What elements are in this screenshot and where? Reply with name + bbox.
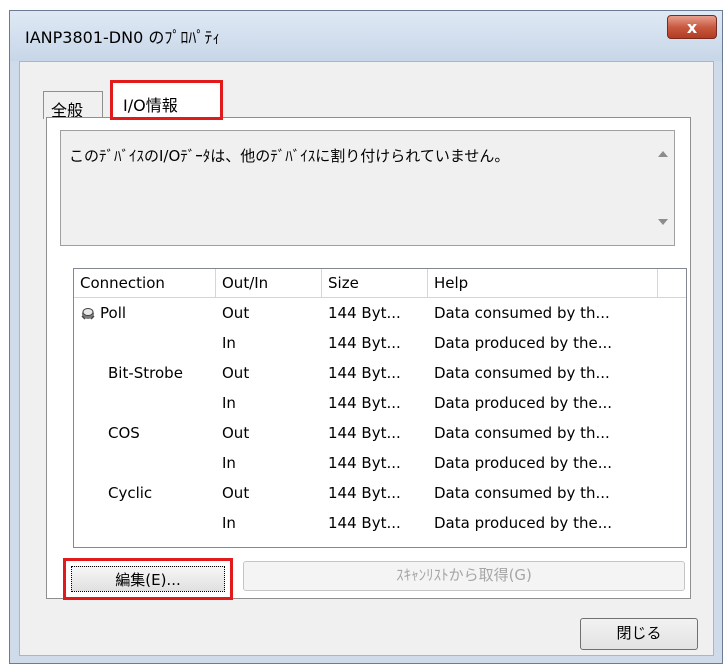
dialog-client-area: 全般 I/O情報 このﾃﾞﾊﾞｲｽのI/Oﾃﾞｰﾀは、他のﾃﾞﾊﾞｲｽに割り付け… [19, 61, 714, 656]
direction-cell: In [222, 394, 236, 412]
edit-button-highlight[interactable]: 編集(E)... [63, 558, 233, 600]
help-cell: Data consumed by th... [434, 304, 610, 322]
help-cell: Data produced by the... [434, 394, 613, 412]
direction-cell: Out [222, 424, 250, 442]
table-row[interactable]: In 144 Byt... Data produced by the... [74, 508, 686, 538]
column-header-help[interactable]: Help [428, 269, 658, 297]
column-header-connection[interactable]: Connection [74, 269, 216, 297]
title-bar[interactable]: IANP3801-DN0 のﾌﾟﾛﾊﾟﾃｨ x [10, 11, 722, 61]
connection-cell [74, 328, 216, 358]
direction-cell: In [222, 454, 236, 472]
size-cell: 144 Byt... [328, 514, 401, 532]
table-row[interactable]: Bit-Strobe Out 144 Byt... Data consumed … [74, 358, 686, 388]
connection-cell: Poll [74, 298, 216, 328]
help-cell: Data consumed by th... [434, 484, 610, 502]
size-cell: 144 Byt... [328, 334, 401, 352]
table-row[interactable]: In 144 Byt... Data produced by the... [74, 328, 686, 358]
io-message-text: このﾃﾞﾊﾞｲｽのI/Oﾃﾞｰﾀは、他のﾃﾞﾊﾞｲｽに割り付けられていません。 [69, 147, 510, 165]
connection-name: Poll [100, 304, 127, 322]
table-row[interactable]: Cyclic Out 144 Byt... Data consumed by t… [74, 478, 686, 508]
column-header-blank[interactable] [658, 269, 686, 297]
tab-io-info[interactable]: I/O情報 [110, 80, 223, 120]
table-row[interactable]: COS Out 144 Byt... Data consumed by th..… [74, 418, 686, 448]
connection-cell: COS [108, 424, 140, 442]
column-header-out-in[interactable]: Out/In [216, 269, 322, 297]
poll-icon [81, 308, 95, 320]
size-cell: 144 Byt... [328, 424, 401, 442]
close-window-button[interactable]: x [667, 15, 717, 39]
message-scrollbar[interactable] [654, 131, 674, 245]
column-header-size[interactable]: Size [322, 269, 428, 297]
scroll-down-arrow-icon[interactable] [658, 219, 668, 225]
get-from-scan-list-button: ｽｷｬﾝﾘｽﾄから取得(G) [243, 561, 685, 591]
connection-cell [74, 448, 216, 478]
size-cell: 144 Byt... [328, 484, 401, 502]
direction-cell: In [222, 334, 236, 352]
io-message-box: このﾃﾞﾊﾞｲｽのI/Oﾃﾞｰﾀは、他のﾃﾞﾊﾞｲｽに割り付けられていません。 [60, 130, 675, 246]
connection-cell [74, 388, 216, 418]
help-cell: Data consumed by th... [434, 364, 610, 382]
connection-cell: Cyclic [108, 484, 153, 502]
direction-cell: Out [222, 364, 250, 382]
table-row[interactable]: In 144 Byt... Data produced by the... [74, 388, 686, 418]
edit-button[interactable]: 編集(E)... [71, 566, 225, 592]
help-cell: Data produced by the... [434, 514, 613, 532]
io-info-panel: このﾃﾞﾊﾞｲｽのI/Oﾃﾞｰﾀは、他のﾃﾞﾊﾞｲｽに割り付けられていません。 … [46, 117, 691, 600]
connection-table: Connection Out/In Size Help Poll Out 144… [73, 268, 687, 548]
help-cell: Data produced by the... [434, 334, 613, 352]
direction-cell: Out [222, 484, 250, 502]
size-cell: 144 Byt... [328, 454, 401, 472]
help-cell: Data consumed by th... [434, 424, 610, 442]
size-cell: 144 Byt... [328, 394, 401, 412]
help-cell: Data produced by the... [434, 454, 613, 472]
direction-cell: In [222, 514, 236, 532]
size-cell: 144 Byt... [328, 304, 401, 322]
tab-general[interactable]: 全般 [43, 91, 103, 120]
table-row[interactable]: Poll Out 144 Byt... Data consumed by th.… [74, 298, 686, 328]
close-button[interactable]: 閉じる [580, 618, 698, 650]
close-icon: x [686, 17, 698, 37]
connection-cell: Bit-Strobe [108, 364, 183, 382]
size-cell: 144 Byt... [328, 364, 401, 382]
window-title: IANP3801-DN0 のﾌﾟﾛﾊﾟﾃｨ [25, 28, 221, 47]
table-header: Connection Out/In Size Help [74, 269, 686, 298]
scroll-up-arrow-icon[interactable] [658, 151, 668, 157]
table-row[interactable]: In 144 Byt... Data produced by the... [74, 448, 686, 478]
direction-cell: Out [222, 304, 250, 322]
connection-cell [74, 508, 216, 538]
properties-window: IANP3801-DN0 のﾌﾟﾛﾊﾟﾃｨ x 全般 I/O情報 このﾃﾞﾊﾞｲ… [9, 10, 723, 664]
